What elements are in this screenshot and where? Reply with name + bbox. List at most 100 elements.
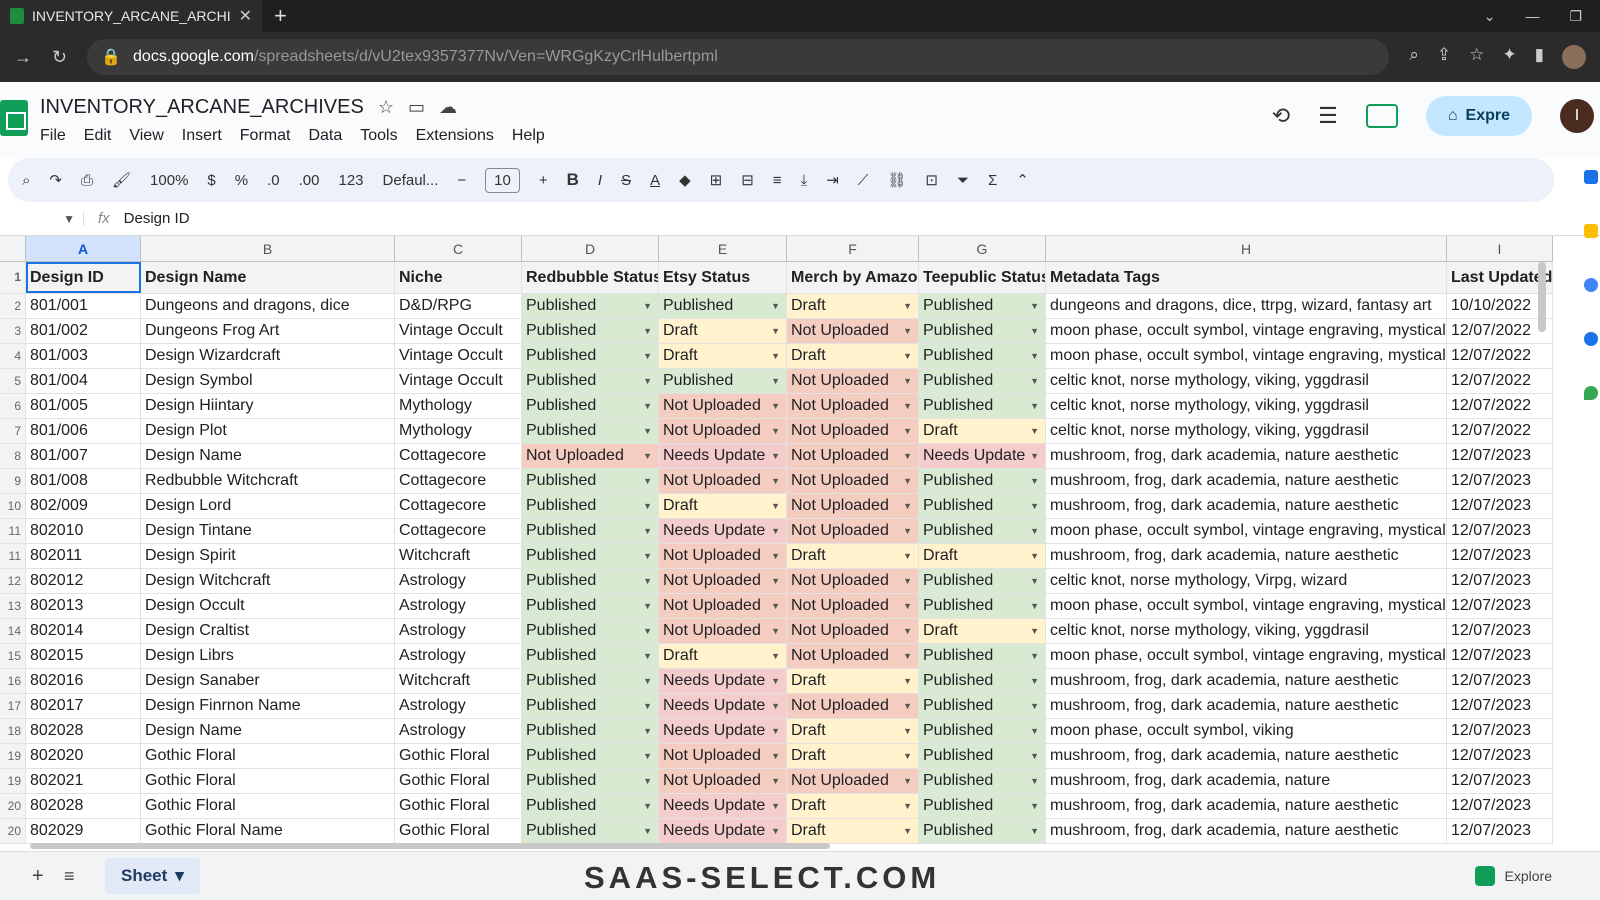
cell-teepublic-status[interactable]: Published [919, 394, 1046, 418]
cell-metadata-tags[interactable]: moon phase, occult symbol, vintage engra… [1046, 344, 1447, 368]
cell-design-name[interactable]: Design Lord [141, 494, 395, 518]
cell-etsy-status[interactable]: Needs Update [659, 794, 787, 818]
cell-design-name[interactable]: Design Name [141, 719, 395, 743]
share-button[interactable]: ⌂ Expre [1425, 96, 1532, 136]
cell-teepublic-status[interactable]: Published [919, 494, 1046, 518]
cell-last-updated[interactable]: 12/07/2023 [1447, 719, 1553, 743]
cell-niche[interactable]: Witchcraft [395, 669, 522, 693]
comments-icon[interactable]: ☰ [1318, 103, 1338, 129]
cell-metadata-tags[interactable]: celtic knot, norse mythology, viking, yg… [1046, 619, 1447, 643]
bookmark-star-icon[interactable]: ☆ [1469, 45, 1484, 69]
sheet-tab[interactable]: Sheet ▾ [105, 858, 200, 894]
cell-redbubble-status[interactable]: Published [522, 544, 659, 568]
menu-format[interactable]: Format [240, 127, 291, 145]
paint-format-icon[interactable]: 🖌 [112, 171, 131, 189]
keep-icon[interactable] [1584, 224, 1598, 238]
cell-merch-status[interactable]: Not Uploaded [787, 644, 919, 668]
cell-etsy-status[interactable]: Not Uploaded [659, 569, 787, 593]
cell-etsy-status[interactable]: Not Uploaded [659, 769, 787, 793]
sheets-logo-icon[interactable] [0, 100, 28, 136]
cell-design-id[interactable]: 801/001 [26, 294, 141, 318]
cell-teepublic-status[interactable]: Published [919, 669, 1046, 693]
tab-search-icon[interactable]: ⌄ [1484, 8, 1496, 25]
cell-merch-status[interactable]: Not Uploaded [787, 419, 919, 443]
cell-redbubble-status[interactable]: Published [522, 794, 659, 818]
menu-help[interactable]: Help [512, 127, 545, 145]
spreadsheet-grid[interactable]: A B C D E F G H I 1 Design ID Design Nam… [0, 236, 1553, 851]
cell-merch-status[interactable]: Draft [787, 344, 919, 368]
text-color-button[interactable]: A [650, 172, 660, 189]
cell-niche[interactable]: Astrology [395, 619, 522, 643]
cell-teepublic-status[interactable]: Published [919, 294, 1046, 318]
text-wrap-icon[interactable]: ⇥ [826, 171, 839, 189]
extensions-icon[interactable]: ✦ [1502, 45, 1516, 69]
menu-file[interactable]: File [40, 127, 66, 145]
row-number[interactable]: 5 [0, 369, 26, 393]
cell-redbubble-status[interactable]: Published [522, 594, 659, 618]
cell-metadata-tags[interactable]: dungeons and dragons, dice, ttrpg, wizar… [1046, 294, 1447, 318]
formula-input[interactable]: Design ID [124, 210, 190, 227]
functions-icon[interactable]: Σ [988, 172, 997, 189]
row-number[interactable]: 12 [0, 569, 26, 593]
cell-teepublic-status[interactable]: Published [919, 694, 1046, 718]
cell-niche[interactable]: Astrology [395, 644, 522, 668]
close-tab-icon[interactable]: ✕ [239, 6, 252, 26]
cell-merch-status[interactable]: Not Uploaded [787, 569, 919, 593]
cell-redbubble-status[interactable]: Not Uploaded [522, 444, 659, 468]
cell-etsy-status[interactable]: Not Uploaded [659, 544, 787, 568]
cell-merch-status[interactable]: Draft [787, 819, 919, 843]
cell-niche[interactable]: Mythology [395, 394, 522, 418]
text-rotate-icon[interactable]: ⟋ [858, 172, 869, 189]
col-header-h[interactable]: H [1046, 236, 1447, 261]
cell-niche[interactable]: Cottagecore [395, 494, 522, 518]
cell-redbubble-status[interactable]: Published [522, 719, 659, 743]
cell-design-name[interactable]: Design Tintane [141, 519, 395, 543]
row-number[interactable]: 13 [0, 594, 26, 618]
cell-niche[interactable]: Cottagecore [395, 519, 522, 543]
omnibox[interactable]: 🔒 docs.google.com/spreadsheets/d/vU2tex9… [87, 39, 1390, 75]
cell-last-updated[interactable]: 12/07/2023 [1447, 794, 1553, 818]
forward-icon[interactable]: → [14, 47, 32, 68]
cell-teepublic-status[interactable]: Published [919, 644, 1046, 668]
cell-teepublic-status[interactable]: Published [919, 369, 1046, 393]
cell-design-name[interactable]: Design Symbol [141, 369, 395, 393]
cell-niche[interactable]: Astrology [395, 694, 522, 718]
row-number[interactable]: 9 [0, 469, 26, 493]
row-number[interactable]: 1 [0, 262, 26, 293]
cell-metadata-tags[interactable]: mushroom, frog, dark academia, nature ae… [1046, 744, 1447, 768]
cell-design-id[interactable]: 801/006 [26, 419, 141, 443]
cell-last-updated[interactable]: 12/07/2023 [1447, 594, 1553, 618]
cell-merch-status[interactable]: Not Uploaded [787, 594, 919, 618]
cell-etsy-status[interactable]: Published [659, 294, 787, 318]
cell-design-name[interactable]: Design Librs [141, 644, 395, 668]
cell-design-id[interactable]: 801/002 [26, 319, 141, 343]
collapse-toolbar-icon[interactable]: ⌃ [1016, 171, 1029, 189]
cell-last-updated[interactable]: 12/07/2023 [1447, 569, 1553, 593]
row-number[interactable]: 10 [0, 494, 26, 518]
row-number[interactable]: 20 [0, 819, 26, 843]
cell-design-id[interactable]: 802014 [26, 619, 141, 643]
cell-merch-status[interactable]: Not Uploaded [787, 444, 919, 468]
restore-icon[interactable]: ❐ [1569, 8, 1582, 25]
cell-teepublic-status[interactable]: Published [919, 469, 1046, 493]
cell-merch-status[interactable]: Not Uploaded [787, 769, 919, 793]
header-cell-metadata[interactable]: Metadata Tags [1046, 262, 1447, 293]
col-header-i[interactable]: I [1447, 236, 1553, 261]
cell-teepublic-status[interactable]: Published [919, 344, 1046, 368]
cell-teepublic-status[interactable]: Published [919, 569, 1046, 593]
cell-niche[interactable]: Cottagecore [395, 469, 522, 493]
header-cell-redbubble[interactable]: Redbubble Status [522, 262, 659, 293]
cell-last-updated[interactable]: 12/07/2023 [1447, 469, 1553, 493]
search-menus-icon[interactable]: ⌕ [22, 172, 30, 189]
row-number[interactable]: 20 [0, 794, 26, 818]
more-formats-button[interactable]: 123 [338, 172, 363, 189]
cell-metadata-tags[interactable]: mushroom, frog, dark academia, nature ae… [1046, 544, 1447, 568]
redo-icon[interactable]: ↷ [49, 171, 62, 189]
tasks-icon[interactable] [1584, 278, 1598, 292]
explore-button[interactable]: Explore [1474, 866, 1552, 886]
col-header-e[interactable]: E [659, 236, 787, 261]
cell-design-id[interactable]: 801/007 [26, 444, 141, 468]
cell-teepublic-status[interactable]: Draft [919, 544, 1046, 568]
row-number[interactable]: 4 [0, 344, 26, 368]
sheet-menu-icon[interactable]: ▾ [175, 866, 184, 886]
